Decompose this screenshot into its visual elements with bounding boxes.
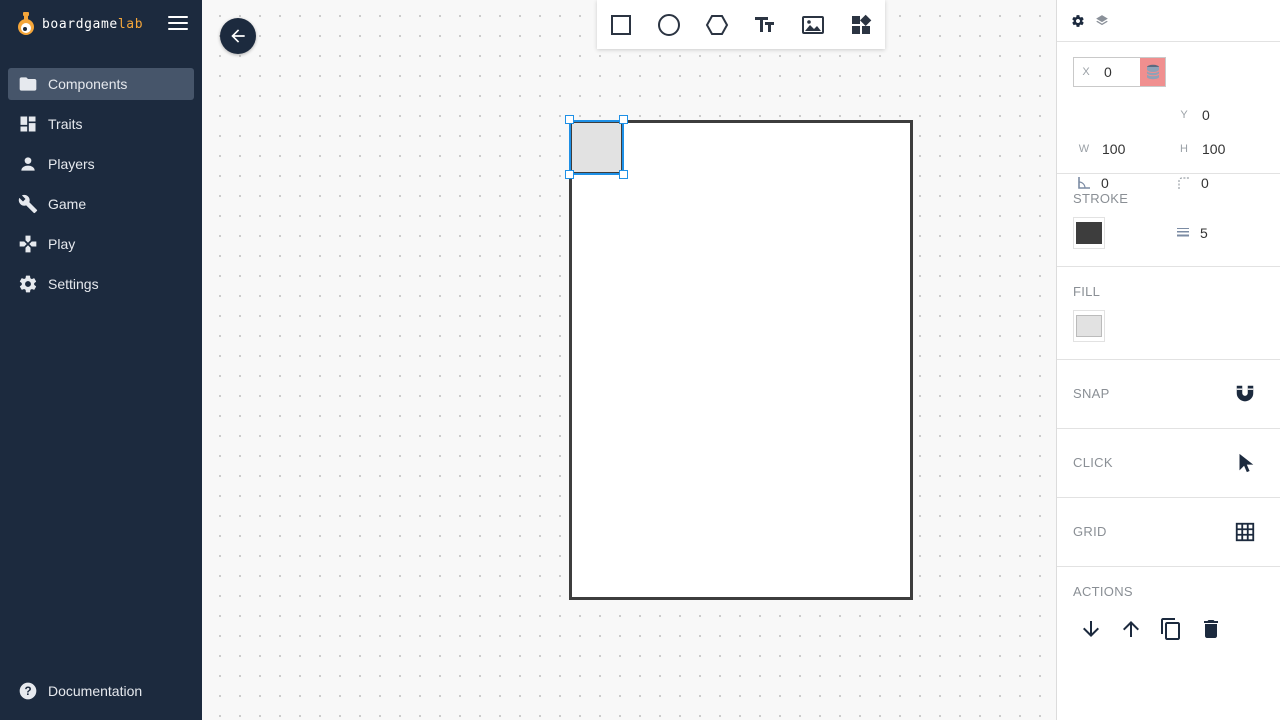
image-tool-button[interactable] xyxy=(801,13,825,37)
rectangle-tool-icon xyxy=(611,14,631,35)
actions-title: ACTIONS xyxy=(1073,584,1133,599)
sidebar-item-players[interactable]: Players xyxy=(8,148,194,180)
stroke-color-swatch[interactable] xyxy=(1073,217,1105,249)
sidebar-item-components[interactable]: Components xyxy=(8,68,194,100)
sidebar-nav: Components Traits Players Game Play Sett… xyxy=(8,68,194,308)
fill-title: FILL xyxy=(1073,284,1101,299)
layers-tab-icon[interactable] xyxy=(1095,14,1109,28)
x-data-binding-button[interactable] xyxy=(1140,58,1165,86)
x-value[interactable]: 0 xyxy=(1104,64,1112,80)
wrench-icon xyxy=(18,194,38,214)
move-up-icon[interactable] xyxy=(1119,617,1143,641)
rectangle-tool-button[interactable] xyxy=(609,13,633,37)
grid-title: GRID xyxy=(1073,524,1107,539)
sidebar-item-label: Game xyxy=(48,196,87,212)
arrow-left-icon xyxy=(231,29,245,43)
y-label: Y xyxy=(1180,109,1188,121)
resize-handle-top-right[interactable] xyxy=(619,115,628,124)
stroke-section: STROKE 5 xyxy=(1057,174,1280,267)
height-label: H xyxy=(1180,143,1188,155)
width-label: W xyxy=(1078,143,1090,155)
geometry-section: X 0 Y 0 W 100 H 100 0 0 xyxy=(1057,42,1280,191)
widgets-tool-button[interactable] xyxy=(849,13,873,37)
shape-toolbar xyxy=(597,0,885,49)
settings-tab-icon[interactable] xyxy=(1071,14,1085,28)
menu-toggle-icon[interactable] xyxy=(168,16,188,32)
grid-section: GRID xyxy=(1057,498,1280,567)
sidebar-item-play[interactable]: Play xyxy=(8,228,194,260)
circle-tool-icon xyxy=(658,13,680,36)
svg-text:?: ? xyxy=(24,685,31,698)
text-tool-button[interactable] xyxy=(753,13,777,37)
hexagon-tool-icon xyxy=(705,14,729,35)
actions-section: ACTIONS xyxy=(1057,567,1280,719)
card-component[interactable] xyxy=(569,120,913,600)
brand-name: boardgamelab xyxy=(42,17,143,32)
magnet-icon[interactable] xyxy=(1234,383,1256,405)
sidebar-item-label: Players xyxy=(48,156,95,172)
database-icon xyxy=(1146,64,1159,80)
click-title: CLICK xyxy=(1073,455,1113,470)
brand[interactable]: boardgamelab xyxy=(16,12,143,36)
y-value[interactable]: 0 xyxy=(1202,107,1210,123)
height-field[interactable]: H 100 xyxy=(1176,134,1225,164)
properties-panel: X 0 Y 0 W 100 H 100 0 0 STROKE 5 FILL SN… xyxy=(1056,0,1280,720)
stroke-title: STROKE xyxy=(1073,191,1129,206)
fill-color-chip xyxy=(1076,315,1102,337)
snap-title: SNAP xyxy=(1073,386,1110,401)
back-button[interactable] xyxy=(220,18,256,54)
width-value[interactable]: 100 xyxy=(1102,141,1125,157)
sidebar-item-traits[interactable]: Traits xyxy=(8,108,194,140)
sidebar-item-label: Play xyxy=(48,236,76,252)
sidebar-item-settings[interactable]: Settings xyxy=(8,268,194,300)
resize-handle-top-left[interactable] xyxy=(565,115,574,124)
sidebar-item-label: Settings xyxy=(48,276,99,292)
move-down-icon[interactable] xyxy=(1079,617,1103,641)
person-icon xyxy=(18,154,38,174)
fill-color-swatch[interactable] xyxy=(1073,310,1105,342)
sidebar-item-label: Traits xyxy=(48,116,83,132)
documentation-label: Documentation xyxy=(48,683,143,699)
gamepad-icon xyxy=(18,234,38,254)
duplicate-icon[interactable] xyxy=(1159,617,1183,641)
help-icon: ? xyxy=(18,681,38,701)
x-label: X xyxy=(1082,66,1090,78)
dashboard-icon xyxy=(18,114,38,134)
y-field[interactable]: Y 0 xyxy=(1176,100,1210,130)
panel-tabs xyxy=(1057,0,1280,42)
text-tool-icon xyxy=(755,16,774,32)
circle-tool-button[interactable] xyxy=(657,13,681,37)
width-field[interactable]: W 100 xyxy=(1076,134,1126,164)
delete-icon[interactable] xyxy=(1199,617,1223,641)
resize-handle-bottom-right[interactable] xyxy=(619,170,628,179)
snap-section: SNAP xyxy=(1057,360,1280,429)
editor-canvas[interactable] xyxy=(202,0,1056,720)
stroke-width-field[interactable]: 5 xyxy=(1176,218,1208,248)
selection-outline xyxy=(569,120,624,175)
grid-icon[interactable] xyxy=(1234,521,1256,543)
line-weight-icon xyxy=(1177,228,1189,237)
hexagon-tool-button[interactable] xyxy=(705,13,729,37)
cursor-pointer-icon[interactable] xyxy=(1234,452,1256,474)
folder-icon xyxy=(18,74,38,94)
brand-name-accent: lab xyxy=(117,16,144,32)
resize-handle-bottom-left[interactable] xyxy=(565,170,574,179)
documentation-link[interactable]: ? Documentation xyxy=(18,681,142,701)
fill-section: FILL xyxy=(1057,267,1280,360)
brand-name-main: boardgame xyxy=(42,16,118,32)
widgets-tool-icon xyxy=(852,14,872,34)
image-tool-icon xyxy=(802,15,824,34)
sidebar-item-label: Components xyxy=(48,76,128,92)
stroke-color-chip xyxy=(1076,222,1102,244)
height-value[interactable]: 100 xyxy=(1202,141,1225,157)
x-field[interactable]: X 0 xyxy=(1073,57,1166,87)
sidebar: boardgamelab Components Traits Players G… xyxy=(0,0,202,720)
flask-logo-icon xyxy=(18,12,34,35)
click-section: CLICK xyxy=(1057,429,1280,498)
gear-icon xyxy=(18,274,38,294)
stroke-width-value[interactable]: 5 xyxy=(1200,225,1208,241)
sidebar-item-game[interactable]: Game xyxy=(8,188,194,220)
